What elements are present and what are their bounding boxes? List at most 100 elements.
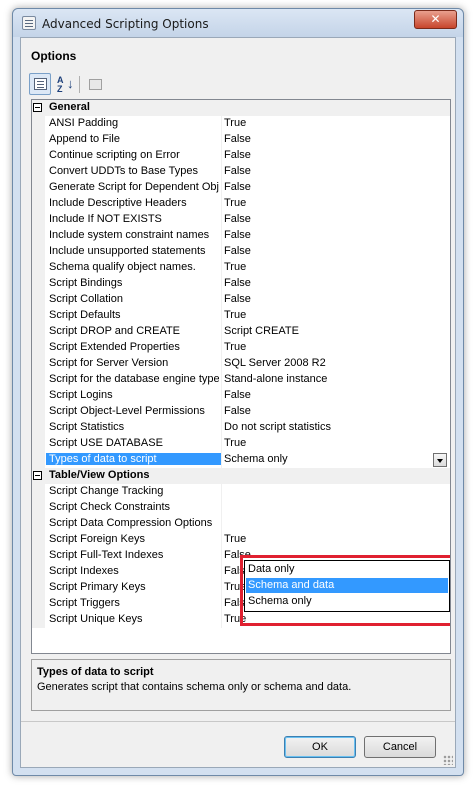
- property-row[interactable]: Include unsupported statements False: [32, 244, 450, 260]
- property-row[interactable]: Script for the database engine type Stand…: [32, 372, 450, 388]
- property-row[interactable]: Script DROP and CREATE Script CREATE: [32, 324, 450, 340]
- category-row[interactable]: Table/View Options: [32, 468, 450, 484]
- row-gutter: [32, 228, 45, 244]
- sort-az-icon: A Z: [57, 75, 64, 94]
- property-value[interactable]: False: [224, 389, 251, 401]
- property-row[interactable]: Types of data to script Schema only: [32, 452, 450, 468]
- property-row[interactable]: Script Extended Properties True: [32, 340, 450, 356]
- footer-divider: [21, 721, 455, 722]
- property-row[interactable]: Schema qualify object names. True: [32, 260, 450, 276]
- property-row[interactable]: Script USE DATABASE True: [32, 436, 450, 452]
- property-row[interactable]: Include If NOT EXISTS False: [32, 212, 450, 228]
- property-row[interactable]: Include system constraint names False: [32, 228, 450, 244]
- column-divider: [221, 596, 222, 612]
- column-divider: [221, 404, 222, 420]
- dropdown-option-schema-and-data[interactable]: Schema and data: [246, 578, 448, 593]
- property-value[interactable]: Do not script statistics: [224, 421, 331, 433]
- row-gutter: [32, 276, 45, 292]
- property-name: Include Descriptive Headers: [49, 197, 187, 209]
- column-divider: [221, 420, 222, 436]
- property-row[interactable]: Continue scripting on Error False: [32, 148, 450, 164]
- row-gutter: [32, 196, 45, 212]
- property-value[interactable]: True: [224, 261, 246, 273]
- property-value[interactable]: False: [224, 213, 251, 225]
- property-name: Script Check Constraints: [49, 501, 171, 513]
- property-pages-button[interactable]: [84, 73, 106, 95]
- property-row[interactable]: Script Change Tracking: [32, 484, 450, 500]
- title-bar[interactable]: Advanced Scripting Options ✕: [13, 9, 463, 37]
- category-row[interactable]: General: [32, 100, 450, 116]
- property-value[interactable]: True: [224, 533, 246, 545]
- property-value[interactable]: False: [224, 293, 251, 305]
- toolbar-separator: [79, 76, 80, 93]
- property-value[interactable]: False: [224, 277, 251, 289]
- property-value[interactable]: SQL Server 2008 R2: [224, 357, 326, 369]
- property-value[interactable]: False: [224, 405, 251, 417]
- property-name: Types of data to script: [46, 453, 221, 465]
- property-name: Generate Script for Dependent Obje: [49, 181, 219, 193]
- column-divider: [221, 436, 222, 452]
- property-value[interactable]: True: [224, 197, 246, 209]
- property-value[interactable]: False: [224, 133, 251, 145]
- property-row[interactable]: Script Defaults True: [32, 308, 450, 324]
- categorized-button[interactable]: [29, 73, 51, 95]
- property-value[interactable]: Script CREATE: [224, 325, 299, 337]
- row-gutter: [32, 500, 45, 516]
- dropdown-arrow-button[interactable]: [433, 453, 447, 467]
- property-name: Script DROP and CREATE: [49, 325, 181, 337]
- column-divider: [221, 116, 222, 132]
- property-value[interactable]: False: [224, 245, 251, 257]
- row-gutter: [32, 564, 45, 580]
- column-divider: [221, 132, 222, 148]
- property-row[interactable]: Script Foreign Keys True: [32, 532, 450, 548]
- property-value[interactable]: False: [224, 229, 251, 241]
- dropdown-option-schema-only[interactable]: Schema only: [246, 594, 448, 609]
- property-grid[interactable]: General ANSI Padding True Append to File Fal…: [31, 99, 451, 654]
- resize-grip[interactable]: [443, 755, 453, 765]
- property-pages-icon: [89, 79, 102, 90]
- property-row[interactable]: Script Object-Level Permissions False: [32, 404, 450, 420]
- property-value[interactable]: True: [224, 437, 246, 449]
- property-name: Script Change Tracking: [49, 485, 164, 497]
- property-value[interactable]: True: [224, 341, 246, 353]
- collapse-toggle-icon[interactable]: [33, 103, 42, 112]
- property-row[interactable]: Script Statistics Do not script statistic…: [32, 420, 450, 436]
- property-value[interactable]: False: [224, 149, 251, 161]
- property-value[interactable]: True: [224, 117, 246, 129]
- cancel-button[interactable]: Cancel: [364, 736, 436, 758]
- property-value[interactable]: Schema only: [224, 453, 288, 465]
- property-value[interactable]: Stand-alone instance: [224, 373, 327, 385]
- category-label: Table/View Options: [49, 469, 150, 481]
- row-gutter: [32, 404, 45, 420]
- property-row[interactable]: Script Logins False: [32, 388, 450, 404]
- property-row[interactable]: Script Check Constraints: [32, 500, 450, 516]
- dropdown-option-data-only[interactable]: Data only: [246, 562, 448, 577]
- property-value[interactable]: True: [224, 581, 246, 593]
- column-divider: [221, 388, 222, 404]
- property-row[interactable]: Script Collation False: [32, 292, 450, 308]
- types-of-data-dropdown-list[interactable]: Data only Schema and data Schema only: [244, 560, 450, 612]
- close-button[interactable]: ✕: [414, 10, 457, 29]
- property-row[interactable]: Include Descriptive Headers True: [32, 196, 450, 212]
- property-value[interactable]: True: [224, 613, 246, 625]
- property-name: Script Primary Keys: [49, 581, 146, 593]
- property-name: ANSI Padding: [49, 117, 119, 129]
- property-row[interactable]: Generate Script for Dependent Obje False: [32, 180, 450, 196]
- property-row[interactable]: Script Data Compression Options: [32, 516, 450, 532]
- row-gutter: [32, 372, 45, 388]
- property-value[interactable]: False: [224, 181, 251, 193]
- dialog-client: Options A Z ↓ General ANSI Padding True App…: [20, 37, 456, 768]
- window-title: Advanced Scripting Options: [42, 17, 209, 31]
- ok-button[interactable]: OK: [284, 736, 356, 758]
- property-value[interactable]: False: [224, 165, 251, 177]
- property-row[interactable]: Script for Server Version SQL Server 2008…: [32, 356, 450, 372]
- collapse-toggle-icon[interactable]: [33, 471, 42, 480]
- property-row[interactable]: Append to File False: [32, 132, 450, 148]
- property-row[interactable]: ANSI Padding True: [32, 116, 450, 132]
- property-row[interactable]: Convert UDDTs to Base Types False: [32, 164, 450, 180]
- property-value[interactable]: True: [224, 309, 246, 321]
- property-name: Include system constraint names: [49, 229, 210, 241]
- property-row[interactable]: Script Unique Keys True: [32, 612, 450, 628]
- alphabetical-button[interactable]: A Z ↓: [53, 73, 75, 95]
- property-row[interactable]: Script Bindings False: [32, 276, 450, 292]
